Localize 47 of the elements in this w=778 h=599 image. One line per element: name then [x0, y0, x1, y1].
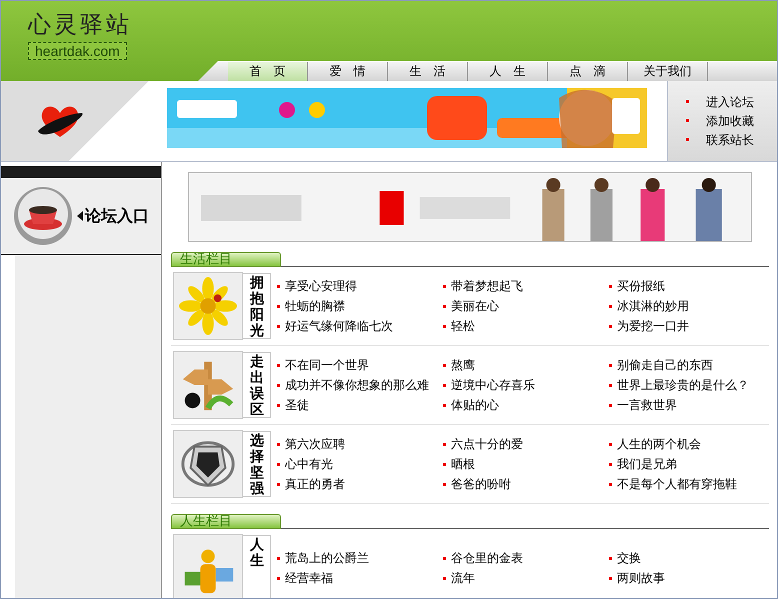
article-link[interactable]: 不在同一个世界 — [277, 357, 443, 373]
article-link[interactable]: 一言救世界 — [609, 397, 769, 413]
article-link[interactable]: 成功并不像你想象的那么难 — [277, 377, 443, 393]
article-link[interactable]: 真正的勇者 — [277, 476, 443, 492]
article-link[interactable]: 人生的两个机会 — [609, 436, 769, 452]
article-link[interactable]: 世界上最珍贵的是什么？ — [609, 377, 769, 393]
article-link[interactable]: 带着梦想起飞 — [443, 278, 609, 294]
article-link[interactable]: 经营幸福 — [277, 570, 443, 586]
article-link[interactable]: 圣徒 — [277, 397, 443, 413]
article-link[interactable]: 谷仓里的金表 — [443, 550, 609, 566]
article-link[interactable]: 心中有光 — [277, 456, 443, 472]
article-link[interactable]: 流年 — [443, 570, 609, 586]
group-label: 拥抱阳光 — [243, 273, 271, 339]
article-link[interactable]: 我们是兄弟 — [609, 456, 769, 472]
forum-entry-link[interactable]: 论坛入口 — [85, 206, 149, 226]
site-logo-title: 心灵驿站 — [28, 11, 132, 40]
article-link[interactable]: 享受心安理得 — [277, 278, 443, 294]
article-link[interactable]: 为爱挖一口井 — [609, 318, 769, 334]
group-label: 选择坚强 — [243, 431, 271, 497]
article-link[interactable]: 冰淇淋的妙用 — [609, 298, 769, 314]
group-label: 走出误区 — [243, 352, 271, 418]
article-link[interactable]: 轻松 — [443, 318, 609, 334]
article-link[interactable]: 不是每个人都有穿拖鞋 — [609, 476, 769, 492]
coffee-cup-icon — [13, 186, 73, 246]
article-link[interactable]: 两则故事 — [609, 570, 769, 586]
article-link[interactable]: 别偷走自己的东西 — [609, 357, 769, 373]
nav-tab[interactable]: 首 页 — [228, 62, 308, 81]
article-link[interactable]: 熬鹰 — [443, 357, 609, 373]
quick-link[interactable]: 进入论坛 — [686, 94, 777, 110]
article-link[interactable]: 体贴的心 — [443, 397, 609, 413]
triangle-icon — [77, 211, 83, 221]
article-link[interactable]: 荒岛上的公爵兰 — [277, 550, 443, 566]
group-label: 人生 — [243, 535, 271, 598]
article-link[interactable]: 晒根 — [443, 456, 609, 472]
article-link[interactable]: 逆境中心存喜乐 — [443, 377, 609, 393]
quick-link[interactable]: 添加收藏 — [686, 112, 777, 130]
article-link[interactable]: 交换 — [609, 550, 769, 566]
article-link[interactable]: 买份报纸 — [609, 278, 769, 294]
quick-link[interactable]: 联系站长 — [686, 132, 777, 148]
article-link[interactable]: 第六次应聘 — [277, 436, 443, 452]
article-link[interactable]: 美丽在心 — [443, 298, 609, 314]
article-link[interactable]: 好运气缘何降临七次 — [277, 318, 443, 334]
flower-icon — [179, 277, 237, 335]
article-link[interactable]: 牡蛎的胸襟 — [277, 298, 443, 314]
site-domain: heartdak.com — [28, 42, 127, 60]
article-link[interactable]: 爸爸的吩咐 — [443, 476, 609, 492]
article-link[interactable]: 六点十分的爱 — [443, 436, 609, 452]
